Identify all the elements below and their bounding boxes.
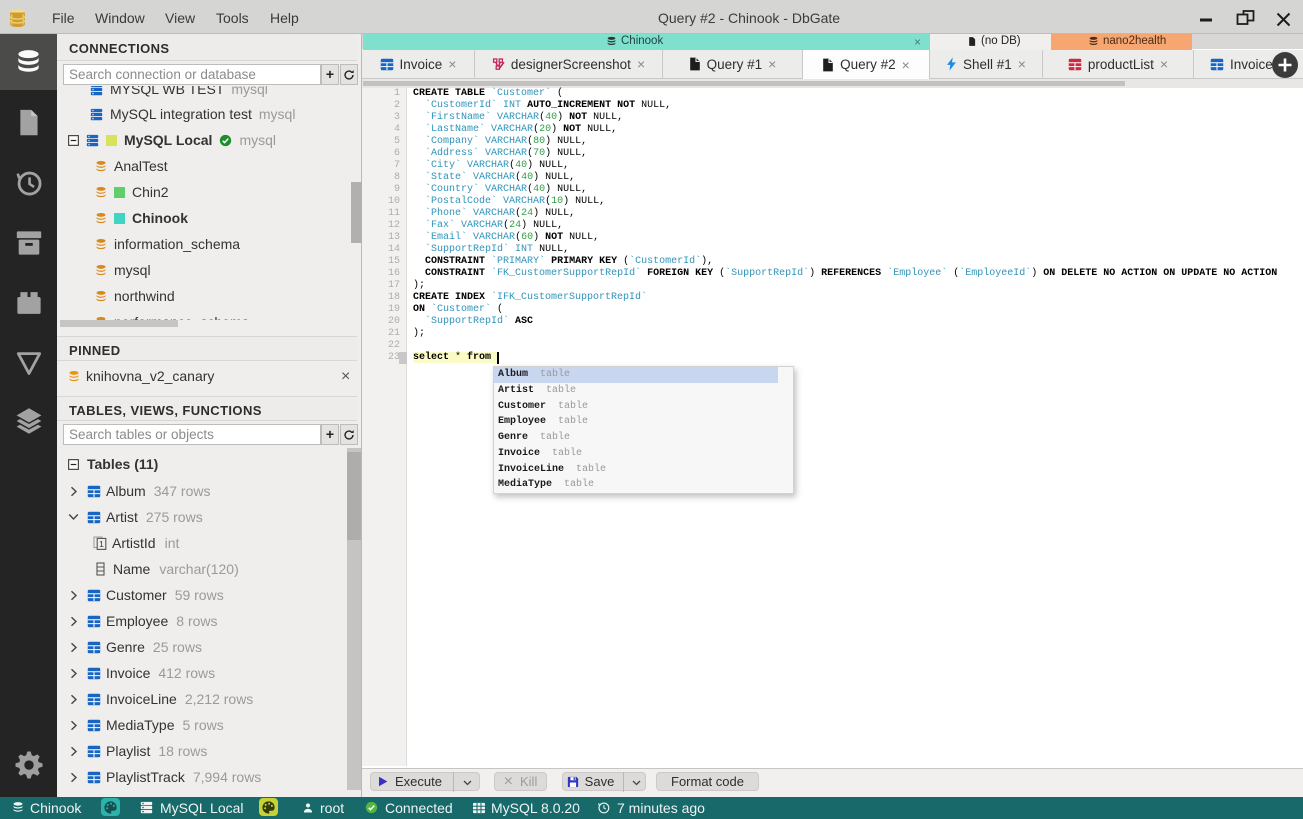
svg-text:1: 1 [99, 539, 104, 549]
